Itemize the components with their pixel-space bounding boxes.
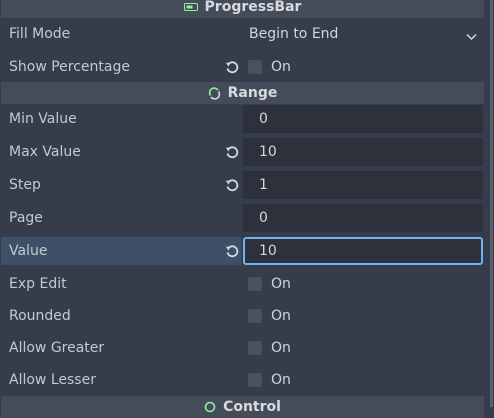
checkbox-label: On xyxy=(271,372,291,388)
prop-row-rounded: Rounded On xyxy=(0,302,483,330)
prop-row-page: Page 0 xyxy=(0,204,483,232)
checkbox-box[interactable] xyxy=(248,341,262,355)
section-header-control[interactable]: Control xyxy=(1,396,484,418)
min-value-text: 0 xyxy=(259,111,268,127)
max-value-text: 10 xyxy=(259,144,277,160)
checkbox-box[interactable] xyxy=(248,277,262,291)
step-field[interactable]: 1 xyxy=(243,171,483,199)
revert-icon[interactable] xyxy=(225,244,239,258)
prop-label-page: Page xyxy=(9,210,43,226)
checkbox-box[interactable] xyxy=(248,60,262,74)
checkbox-label: On xyxy=(271,276,291,292)
checkbox-box[interactable] xyxy=(248,373,262,387)
scrollbar[interactable] xyxy=(490,0,493,407)
section-title: Control xyxy=(223,399,281,415)
prop-row-fill-mode: Fill Mode Begin to End xyxy=(0,20,483,48)
max-value-field[interactable]: 10 xyxy=(243,138,483,166)
prop-label-exp-edit: Exp Edit xyxy=(9,276,67,292)
prop-row-min-value: Min Value 0 xyxy=(0,105,483,133)
section-title: Range xyxy=(227,85,278,101)
progressbar-icon xyxy=(183,2,198,12)
page-text: 0 xyxy=(259,210,268,226)
fill-mode-value: Begin to End xyxy=(249,26,339,42)
prop-label-allow-lesser: Allow Lesser xyxy=(9,372,96,388)
revert-icon[interactable] xyxy=(225,60,239,74)
prop-label-fill-mode: Fill Mode xyxy=(9,26,71,42)
value-text: 10 xyxy=(259,243,277,259)
checkbox-label: On xyxy=(271,308,291,324)
prop-label-max-value: Max Value xyxy=(9,144,81,160)
show-percentage-checkbox[interactable]: On xyxy=(243,53,483,81)
prop-label-rounded: Rounded xyxy=(9,308,71,324)
prop-row-step: Step 1 xyxy=(0,171,483,199)
prop-label-min-value: Min Value xyxy=(9,111,77,127)
control-icon xyxy=(204,401,216,413)
prop-row-exp-edit: Exp Edit On xyxy=(0,270,483,298)
prop-label-show-percentage: Show Percentage xyxy=(9,59,130,75)
prop-row-allow-greater: Allow Greater On xyxy=(0,334,483,362)
prop-row-max-value: Max Value 10 xyxy=(0,138,483,166)
range-icon xyxy=(208,86,221,100)
section-title: ProgressBar xyxy=(204,0,302,15)
prop-label-allow-greater: Allow Greater xyxy=(9,340,105,356)
prop-label-step: Step xyxy=(9,177,41,193)
revert-icon[interactable] xyxy=(225,178,239,192)
step-text: 1 xyxy=(259,177,268,193)
allow-greater-checkbox[interactable]: On xyxy=(243,334,483,362)
min-value-field[interactable]: 0 xyxy=(243,105,483,133)
chevron-down-icon xyxy=(466,29,477,45)
checkbox-label: On xyxy=(271,59,291,75)
prop-row-show-percentage: Show Percentage On xyxy=(0,53,483,81)
checkbox-box[interactable] xyxy=(248,309,262,323)
value-field[interactable]: 10 xyxy=(243,237,483,265)
rounded-checkbox[interactable]: On xyxy=(243,302,483,330)
exp-edit-checkbox[interactable]: On xyxy=(243,270,483,298)
revert-icon[interactable] xyxy=(225,145,239,159)
page-field[interactable]: 0 xyxy=(243,204,483,232)
prop-row-value: Value 10 xyxy=(0,237,483,265)
fill-mode-dropdown[interactable]: Begin to End xyxy=(243,20,483,48)
section-header-progressbar[interactable]: ProgressBar xyxy=(1,0,484,18)
prop-label-value: Value xyxy=(9,243,48,259)
prop-row-allow-lesser: Allow Lesser On xyxy=(0,366,483,394)
section-header-range[interactable]: Range xyxy=(1,82,484,104)
checkbox-label: On xyxy=(271,340,291,356)
allow-lesser-checkbox[interactable]: On xyxy=(243,366,483,394)
